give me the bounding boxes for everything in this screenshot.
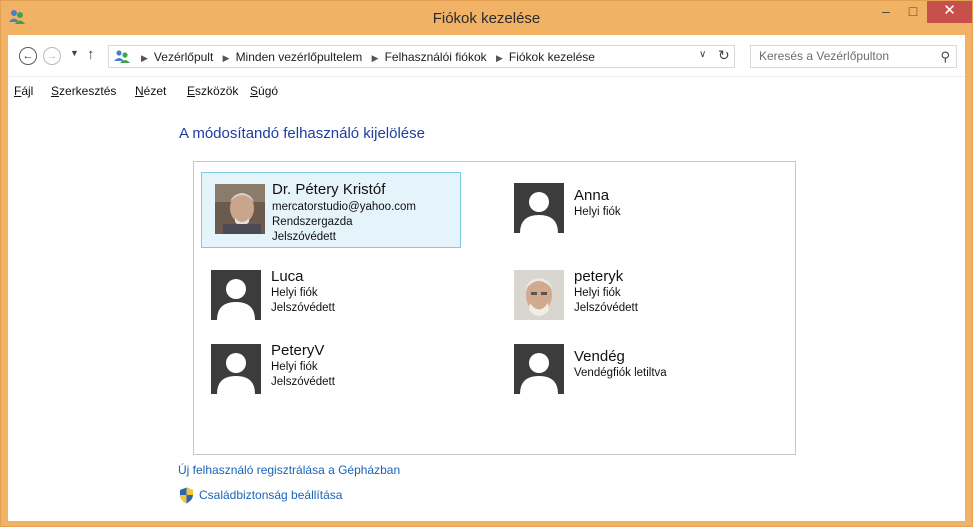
- user-tile-peteryk[interactable]: peteryk Helyi fiók Jelszóvédett: [504, 260, 764, 336]
- page-title: A módosítandó felhasználó kijelölése: [179, 125, 425, 142]
- up-icon[interactable]: ↑: [87, 46, 95, 63]
- breadcrumb-separator-icon[interactable]: ▶: [496, 53, 503, 63]
- user-status: Jelszóvédett: [271, 376, 335, 388]
- breadcrumb-item-all-items[interactable]: Minden vezérlőpultelem: [236, 50, 363, 64]
- close-button[interactable]: ✕: [927, 1, 972, 23]
- user-email: mercatorstudio@yahoo.com: [272, 201, 416, 213]
- title-bar[interactable]: Fiókok kezelése – □ ✕: [1, 1, 972, 35]
- breadcrumb-separator-icon[interactable]: ▶: [223, 53, 230, 63]
- recent-locations-icon[interactable]: ▼: [70, 48, 79, 58]
- menu-bar: Fájl Szerkesztés Nézet Eszközök Súgó: [8, 77, 965, 105]
- search-icon[interactable]: ⚲: [940, 49, 950, 65]
- user-name: Vendég: [574, 348, 625, 365]
- menu-file[interactable]: Fájl: [14, 84, 33, 98]
- avatar: [211, 270, 261, 320]
- user-name: Anna: [574, 187, 610, 204]
- navigation-bar: ← → ▼ ↑ ▶ Vezérlőpult ▶ Minden vezérlőpult…: [8, 35, 965, 77]
- maximize-button[interactable]: □: [900, 1, 926, 23]
- content-area: A módosítandó felhasználó kijelölése Dr.…: [8, 105, 965, 521]
- address-bar[interactable]: ▶ Vezérlőpult ▶ Minden vezérlőpultelem ▶ Fe…: [108, 45, 735, 68]
- search-input[interactable]: [759, 49, 929, 63]
- user-silhouette-icon: [514, 344, 564, 394]
- avatar: [514, 344, 564, 394]
- user-silhouette-icon: [211, 270, 261, 320]
- new-user-link[interactable]: Új felhasználó regisztrálása a Gépházban: [178, 463, 400, 477]
- user-type: Helyi fiók: [271, 361, 318, 373]
- menu-tools[interactable]: Eszközök: [187, 84, 238, 98]
- menu-help[interactable]: Súgó: [250, 84, 278, 98]
- avatar: [514, 183, 564, 233]
- breadcrumb-item-manage-accounts[interactable]: Fiókok kezelése: [509, 50, 595, 64]
- breadcrumb-item-control-panel[interactable]: Vezérlőpult: [154, 50, 213, 64]
- chevron-down-icon[interactable]: ∨: [699, 49, 706, 60]
- user-photo-icon: [514, 270, 564, 320]
- user-type: Helyi fiók: [574, 206, 621, 218]
- user-status: Jelszóvédett: [574, 302, 638, 314]
- user-name: Dr. Pétery Kristóf: [272, 181, 386, 198]
- avatar: [215, 184, 265, 234]
- menu-edit[interactable]: Szerkesztés: [51, 84, 116, 98]
- user-tile-luca[interactable]: Luca Helyi fiók Jelszóvédett: [201, 260, 461, 336]
- family-safety-link[interactable]: Családbiztonság beállítása: [199, 488, 342, 502]
- search-box[interactable]: ⚲: [750, 45, 957, 68]
- back-icon[interactable]: ←: [19, 47, 37, 65]
- avatar: [514, 270, 564, 320]
- user-tile-anna[interactable]: Anna Helyi fiók: [504, 173, 764, 249]
- user-tile-guest[interactable]: Vendég Vendégfiók letiltva: [504, 334, 764, 410]
- user-name: PeteryV: [271, 342, 325, 359]
- menu-view[interactable]: Nézet: [135, 84, 166, 98]
- avatar: [211, 344, 261, 394]
- user-list: Dr. Pétery Kristóf mercatorstudio@yahoo.…: [193, 161, 796, 455]
- refresh-icon[interactable]: ↻: [718, 47, 730, 64]
- user-tile-peteryv[interactable]: PeteryV Helyi fiók Jelszóvédett: [201, 334, 461, 410]
- breadcrumb-item-user-accounts[interactable]: Felhasználói fiókok: [385, 50, 487, 64]
- window: Fiókok kezelése – □ ✕ ← → ▼ ↑ ▶ Vezérlőpu…: [0, 0, 973, 527]
- user-status: Jelszóvédett: [271, 302, 335, 314]
- window-title: Fiókok kezelése: [432, 10, 541, 27]
- user-status: Vendégfiók letiltva: [574, 367, 667, 379]
- user-type: Helyi fiók: [271, 287, 318, 299]
- forward-icon[interactable]: →: [43, 47, 61, 65]
- breadcrumb: ▶ Vezérlőpult ▶ Minden vezérlőpultelem ▶ Fe…: [135, 50, 595, 64]
- breadcrumb-separator-icon[interactable]: ▶: [372, 53, 379, 63]
- user-type: Helyi fiók: [574, 287, 621, 299]
- user-silhouette-icon: [514, 183, 564, 233]
- user-role: Rendszergazda: [272, 216, 353, 228]
- user-silhouette-icon: [211, 344, 261, 394]
- user-status: Jelszóvédett: [272, 231, 336, 243]
- user-photo-icon: [215, 184, 265, 234]
- control-panel-icon: [114, 50, 130, 63]
- breadcrumb-separator-icon[interactable]: ▶: [141, 53, 148, 63]
- minimize-button[interactable]: –: [873, 1, 899, 23]
- shield-icon: [180, 487, 193, 504]
- user-tile-dr-petery-kristof[interactable]: Dr. Pétery Kristóf mercatorstudio@yahoo.…: [201, 172, 461, 248]
- user-name: peteryk: [574, 268, 624, 285]
- user-name: Luca: [271, 268, 304, 285]
